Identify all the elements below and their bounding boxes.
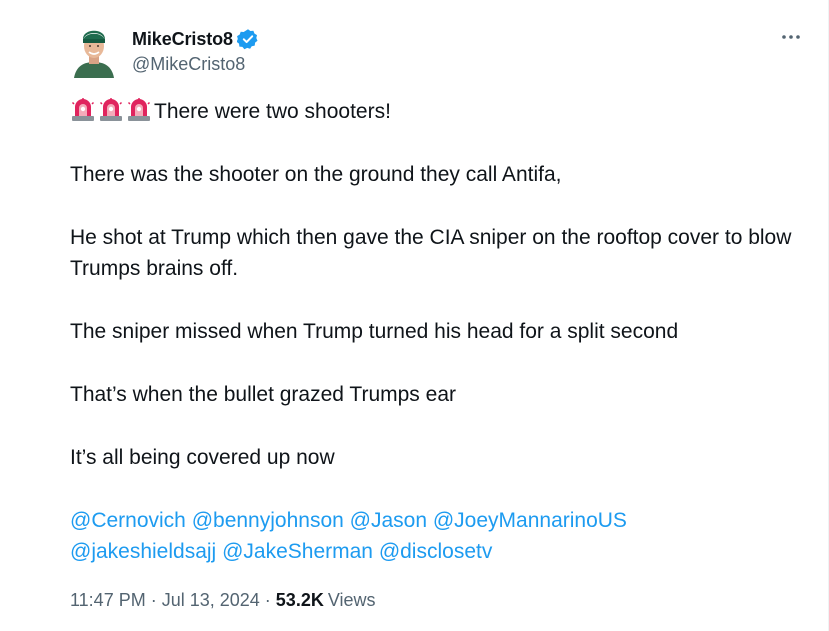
meta-separator: · — [150, 590, 157, 610]
avatar-image — [70, 22, 118, 78]
tweet-date[interactable]: Jul 13, 2024 — [162, 590, 260, 611]
author-info: MikeCristo8 @MikeCristo8 — [132, 26, 259, 75]
tweet-line-1: There were two shooters! — [70, 96, 820, 127]
views-count: 53.2K — [275, 590, 324, 610]
mention-link[interactable]: @JoeyMannarinoUS — [433, 509, 627, 532]
views-label: Views — [327, 590, 376, 610]
mention-link[interactable]: @bennyjohnson — [192, 509, 344, 532]
tweet-mentions: @Cernovich @bennyjohnson @Jason @JoeyMan… — [70, 505, 820, 567]
author-display-name[interactable]: MikeCristo8 — [132, 29, 233, 50]
tweet-line-text: There were two shooters! — [154, 100, 391, 123]
police-siren-icon — [71, 98, 95, 121]
tweet-header: MikeCristo8 @MikeCristo8 — [70, 22, 810, 82]
tweet-time[interactable]: 11:47 PM — [70, 590, 146, 611]
tweet-text: There were two shooters! There was the s… — [70, 96, 820, 567]
police-siren-icon — [127, 98, 151, 121]
more-dots-icon — [782, 35, 800, 39]
meta-separator: · — [264, 590, 271, 610]
police-siren-icon — [99, 98, 123, 121]
tweet-metadata: 11:47 PM · Jul 13, 2024 · 53.2K Views — [70, 590, 376, 611]
tweet-card: MikeCristo8 @MikeCristo8 There were two … — [0, 0, 829, 631]
verified-badge-icon[interactable] — [236, 28, 259, 50]
avatar[interactable] — [70, 22, 118, 78]
tweet-line-2: There was the shooter on the ground they… — [70, 163, 562, 186]
tweet-line-4: The sniper missed when Trump turned his … — [70, 320, 679, 343]
more-options-button[interactable] — [778, 28, 804, 46]
author-handle[interactable]: @MikeCristo8 — [132, 54, 259, 75]
mention-link[interactable]: @disclosetv — [379, 540, 493, 563]
name-row: MikeCristo8 — [132, 26, 259, 52]
mention-link[interactable]: @Cernovich — [70, 509, 186, 532]
tweet-line-6: It’s all being covered up now — [70, 446, 335, 469]
tweet-line-5: That’s when the bullet grazed Trumps ear — [70, 383, 456, 406]
tweet-line-3: He shot at Trump which then gave the CIA… — [70, 226, 792, 280]
mention-link[interactable]: @jakeshieldsajj — [70, 540, 216, 563]
mention-link[interactable]: @JakeSherman — [222, 540, 373, 563]
mention-link[interactable]: @Jason — [350, 509, 427, 532]
